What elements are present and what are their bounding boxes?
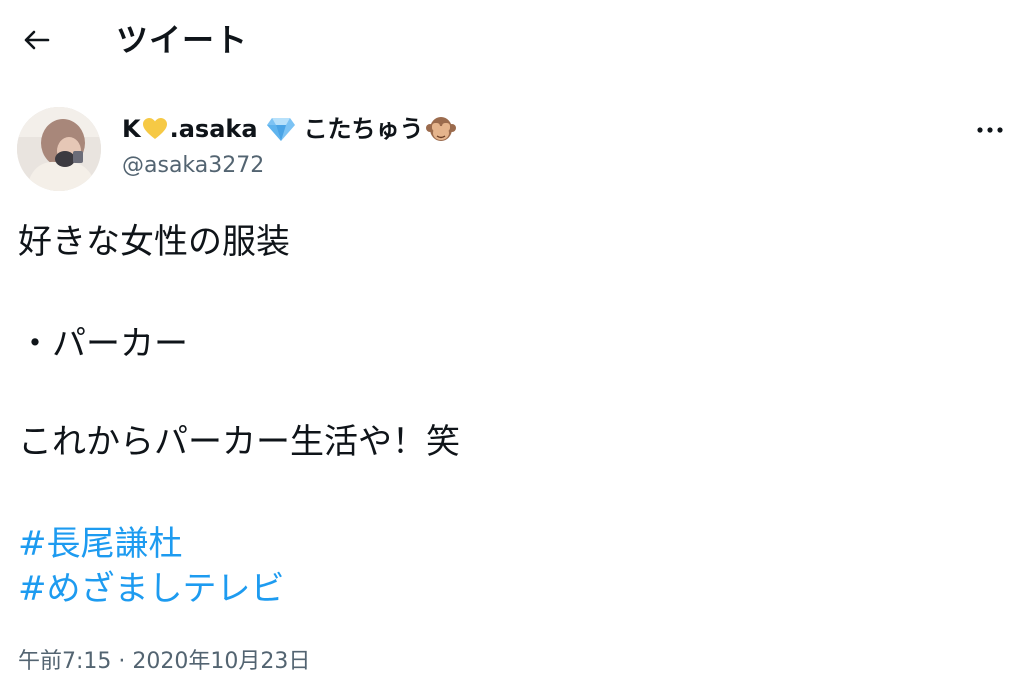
back-button[interactable] (18, 22, 54, 58)
page-title: ツイート (116, 21, 249, 59)
avatar-photo (17, 107, 101, 191)
yellow-heart-icon (142, 117, 168, 141)
gem-icon (266, 116, 296, 142)
tweet-text-line: 好きな女性の服装 (18, 222, 290, 262)
arrow-left-icon (24, 30, 50, 50)
more-horizontal-icon (977, 127, 1003, 133)
more-options-button[interactable] (972, 116, 1008, 144)
tweet-text-line: ・パーカー (18, 324, 188, 364)
tweet-text-line: これからパーカー生活や！笑 (18, 422, 460, 462)
see-no-evil-monkey-icon (425, 115, 456, 143)
author-name[interactable]: K .asaka こたちゅう (122, 112, 456, 146)
avatar[interactable] (17, 107, 101, 191)
tweet-detail-page: ツイート K .asaka こたちゅう @asaka3272 好きな女性の服装 … (0, 0, 1024, 700)
hashtag-link[interactable]: #めざましテレビ (18, 565, 285, 613)
author-name-prefix: K (122, 115, 141, 143)
author-name-main: .asaka (169, 115, 258, 143)
top-bar: ツイート (0, 0, 1024, 80)
author-name-suffix: こたちゅう (303, 115, 424, 143)
tweet-timestamp[interactable]: 午前7:15 · 2020年10月23日 (18, 646, 310, 678)
author-handle[interactable]: @asaka3272 (122, 150, 264, 182)
hashtag-link[interactable]: #長尾謙杜 (18, 520, 183, 568)
